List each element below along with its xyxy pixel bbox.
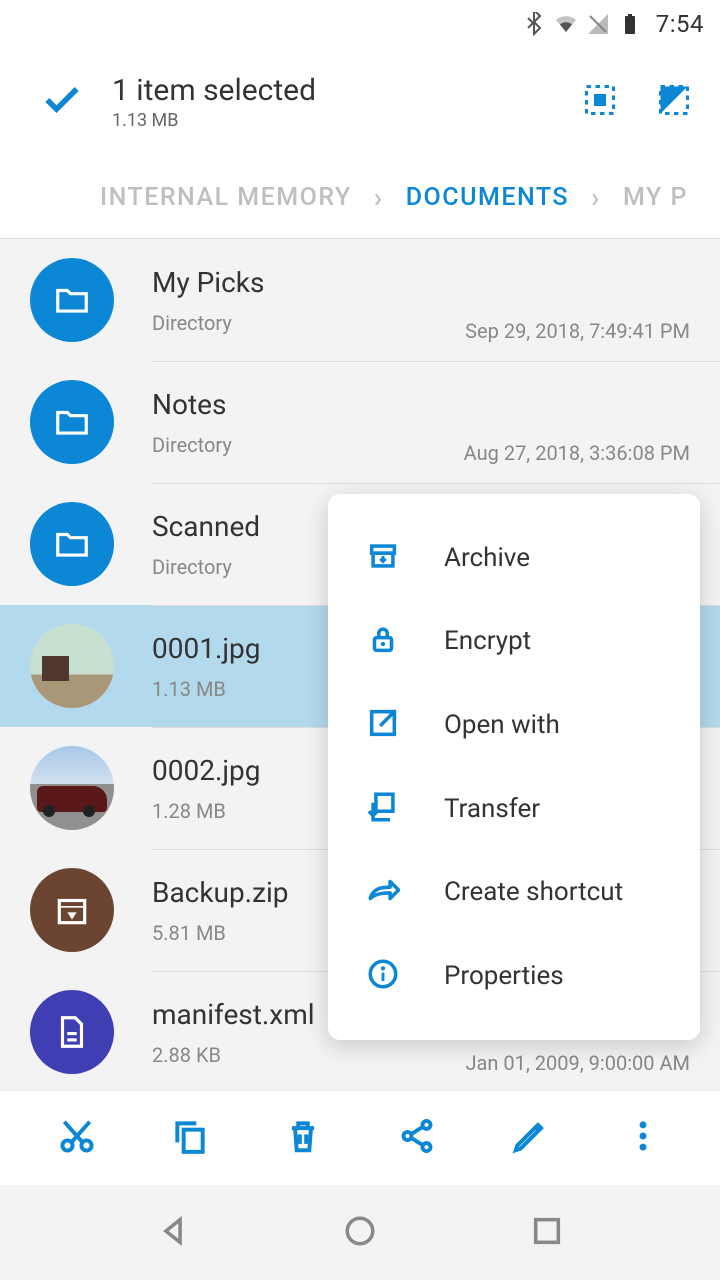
confirm-button[interactable] <box>40 78 84 126</box>
check-icon <box>40 78 84 122</box>
square-recent-icon <box>530 1214 564 1248</box>
triangle-back-icon <box>156 1214 190 1248</box>
breadcrumb-item[interactable]: DOCUMENTS <box>406 183 569 212</box>
menu-item-properties[interactable]: Properties <box>328 946 700 1006</box>
menu-label: Properties <box>444 961 564 991</box>
chevron-right-icon: › <box>591 181 601 214</box>
info-icon <box>366 957 400 995</box>
breadcrumb: INTERNAL MEMORY › DOCUMENTS › MY P <box>0 156 720 238</box>
file-name: Notes <box>152 388 690 421</box>
breadcrumb-item[interactable]: INTERNAL MEMORY <box>100 183 352 212</box>
file-date: Sep 29, 2018, 7:49:41 PM <box>465 319 690 343</box>
cut-button[interactable] <box>58 1117 96 1159</box>
pencil-icon <box>511 1117 549 1155</box>
signal-icon <box>586 12 610 36</box>
file-thumbnail <box>30 624 114 708</box>
menu-item-open-with[interactable]: Open with <box>328 695 700 755</box>
menu-item-archive[interactable]: Archive <box>328 528 700 588</box>
menu-item-create-shortcut[interactable]: Create shortcut <box>328 862 700 922</box>
cut-icon <box>58 1117 96 1155</box>
file-name: My Picks <box>152 266 690 299</box>
more-vertical-icon <box>624 1117 662 1155</box>
menu-label: Create shortcut <box>444 877 623 907</box>
delete-button[interactable] <box>284 1117 322 1159</box>
home-button[interactable] <box>343 1214 377 1252</box>
context-menu: Archive Encrypt Open with Transfer Create sh… <box>328 494 700 1040</box>
breadcrumb-item[interactable]: MY P <box>623 183 688 212</box>
battery-icon <box>618 12 642 36</box>
copy-button[interactable] <box>171 1117 209 1159</box>
transfer-icon <box>366 790 400 828</box>
select-inverse-button[interactable] <box>656 82 692 122</box>
file-row[interactable]: My PicksDirectorySep 29, 2018, 7:49:41 P… <box>0 239 720 361</box>
menu-label: Encrypt <box>444 626 531 656</box>
system-navbar <box>0 1185 720 1280</box>
select-all-icon <box>582 82 618 118</box>
share-button[interactable] <box>398 1117 436 1159</box>
selection-header: 1 item selected 1.13 MB <box>0 48 720 156</box>
share-arrow-icon <box>366 873 400 911</box>
file-date: Aug 27, 2018, 3:36:08 PM <box>464 441 690 465</box>
action-toolbar <box>0 1090 720 1185</box>
wifi-icon <box>554 12 578 36</box>
file-thumbnail <box>30 746 114 830</box>
file-thumbnail <box>30 502 114 586</box>
circle-home-icon <box>343 1214 377 1248</box>
more-button[interactable] <box>624 1117 662 1159</box>
select-inverse-icon <box>656 82 692 118</box>
lock-icon <box>366 622 400 660</box>
menu-item-encrypt[interactable]: Encrypt <box>328 611 700 671</box>
file-thumbnail <box>30 990 114 1074</box>
status-bar: 7:54 <box>0 0 720 48</box>
selection-size: 1.13 MB <box>112 110 582 131</box>
status-time: 7:54 <box>656 10 704 38</box>
open-ext-icon <box>366 706 400 744</box>
file-date: Jan 01, 2009, 9:00:00 AM <box>465 1051 690 1075</box>
edit-button[interactable] <box>511 1117 549 1159</box>
share-icon <box>398 1117 436 1155</box>
chevron-right-icon: › <box>374 181 384 214</box>
menu-item-transfer[interactable]: Transfer <box>328 779 700 839</box>
bluetooth-icon <box>522 12 546 36</box>
file-row[interactable]: NotesDirectoryAug 27, 2018, 3:36:08 PM <box>0 361 720 483</box>
recent-button[interactable] <box>530 1214 564 1252</box>
selection-title: 1 item selected <box>112 73 582 108</box>
trash-icon <box>284 1117 322 1155</box>
archive-box-icon <box>366 539 400 577</box>
menu-label: Transfer <box>444 794 540 824</box>
file-thumbnail <box>30 380 114 464</box>
file-thumbnail <box>30 258 114 342</box>
menu-label: Archive <box>444 543 530 573</box>
select-all-button[interactable] <box>582 82 618 122</box>
copy-icon <box>171 1117 209 1155</box>
menu-label: Open with <box>444 710 560 740</box>
file-thumbnail <box>30 868 114 952</box>
back-button[interactable] <box>156 1214 190 1252</box>
